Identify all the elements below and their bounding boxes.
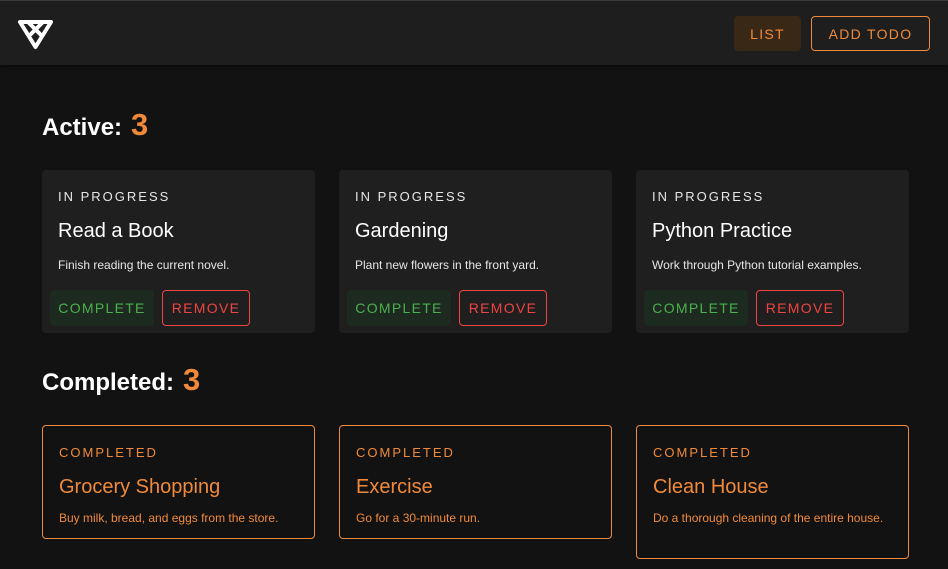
todo-description: Plant new flowers in the front yard. [355, 258, 540, 272]
todo-description: Go for a 30-minute run. [356, 511, 481, 525]
complete-button[interactable]: COMPLETE [50, 290, 154, 326]
todo-title: Gardening [355, 220, 449, 242]
add-todo-button[interactable]: ADD TODO [811, 16, 930, 51]
active-todo-card: IN PROGRESS Read a Book Finish reading t… [42, 170, 315, 333]
todo-title: Exercise [356, 476, 433, 498]
active-label: Active: [42, 114, 123, 141]
list-button[interactable]: LIST [734, 16, 801, 51]
todo-title: Clean House [653, 476, 769, 498]
todo-title: Grocery Shopping [59, 476, 221, 498]
todo-description: Buy milk, bread, and eggs from the store… [59, 511, 279, 525]
todo-title: Read a Book [58, 220, 174, 242]
active-count: 3 [131, 107, 149, 142]
status-label: COMPLETED [653, 445, 752, 460]
status-label: COMPLETED [356, 445, 455, 460]
todo-description: Work through Python tutorial examples. [652, 258, 862, 272]
complete-button[interactable]: COMPLETE [644, 290, 748, 326]
status-label: COMPLETED [59, 445, 158, 460]
active-todo-card: IN PROGRESS Gardening Plant new flowers … [339, 170, 612, 333]
todo-description: Finish reading the current novel. [58, 258, 230, 272]
todo-title: Python Practice [652, 220, 793, 242]
triangle-logo-icon[interactable] [17, 16, 54, 50]
remove-button[interactable]: REMOVE [459, 290, 547, 326]
remove-button[interactable]: REMOVE [756, 290, 844, 326]
status-label: IN PROGRESS [355, 189, 468, 204]
completed-label: Completed: [42, 369, 174, 396]
completed-todo-card: COMPLETED Clean House Do a thorough clea… [636, 425, 909, 559]
completed-todo-card: COMPLETED Grocery Shopping Buy milk, bre… [42, 425, 315, 539]
todo-description: Do a thorough cleaning of the entire hou… [653, 511, 884, 525]
completed-todo-card: COMPLETED Exercise Go for a 30-minute ru… [339, 425, 612, 539]
todo-app: LIST ADD TODO Active: 3 IN PROGRESS Read… [0, 0, 948, 569]
completed-heading: Completed: 3 [42, 362, 200, 398]
status-label: IN PROGRESS [58, 189, 171, 204]
complete-button[interactable]: COMPLETE [347, 290, 451, 326]
remove-button[interactable]: REMOVE [162, 290, 250, 326]
status-label: IN PROGRESS [652, 189, 765, 204]
app-bar: LIST ADD TODO [0, 0, 948, 65]
active-heading: Active: 3 [42, 107, 148, 143]
completed-count: 3 [183, 362, 201, 397]
active-todo-card: IN PROGRESS Python Practice Work through… [636, 170, 909, 333]
